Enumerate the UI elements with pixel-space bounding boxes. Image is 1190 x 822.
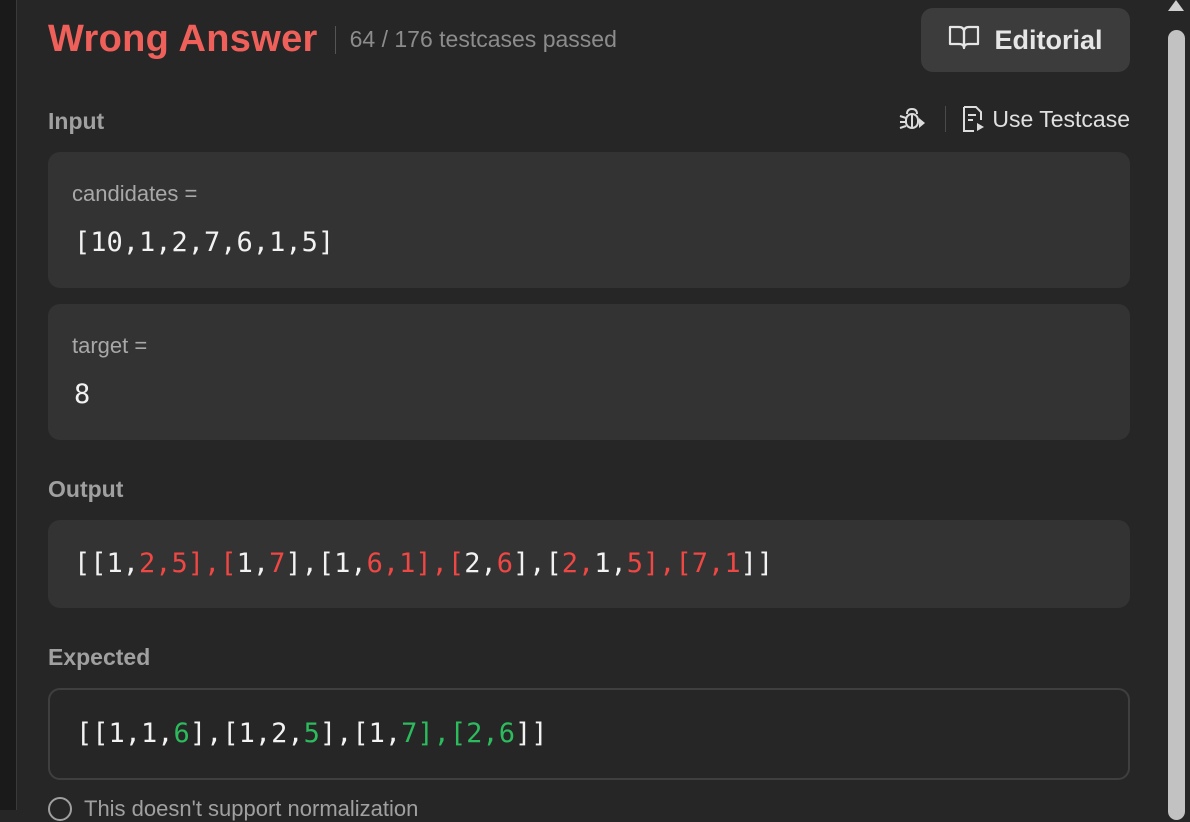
info-icon bbox=[48, 797, 72, 821]
output-token: 7 bbox=[269, 548, 286, 579]
testcases-passed: 64 / 176 testcases passed bbox=[349, 26, 617, 52]
output-token: 1, bbox=[594, 548, 627, 579]
editorial-label: Editorial bbox=[994, 24, 1103, 55]
header-divider bbox=[334, 25, 336, 54]
use-testcase-button[interactable]: Use Testcase bbox=[960, 105, 1130, 133]
param-name: candidates = bbox=[72, 181, 198, 206]
expected-token: 5 bbox=[303, 718, 320, 749]
output-token: [[1, bbox=[74, 548, 140, 579]
normalization-note: This doesn't support normalization bbox=[48, 796, 418, 822]
tools-divider bbox=[945, 106, 947, 132]
output-token: 2, bbox=[561, 548, 595, 579]
output-token: 6,1],[ bbox=[366, 548, 465, 579]
expected-token: 7],[2,6 bbox=[401, 718, 515, 749]
expected-token: 6 bbox=[173, 718, 190, 749]
param-card-candidates: candidates = [10,1,2,7,6,1,5] bbox=[48, 152, 1130, 288]
scrollbar-thumb[interactable] bbox=[1168, 30, 1185, 820]
output-token: 2,5],[ bbox=[139, 548, 237, 579]
scroll-up-arrow-icon[interactable] bbox=[1168, 0, 1184, 11]
param-value[interactable]: [10,1,2,7,6,1,5] bbox=[74, 227, 334, 258]
expected-value[interactable]: [[1,1,6],[1,2,5],[1,7],[2,6]] bbox=[76, 718, 547, 749]
verdict-title: Wrong Answer bbox=[48, 18, 318, 60]
output-token: ],[ bbox=[512, 548, 562, 579]
expected-token: [[1,1, bbox=[76, 718, 174, 749]
output-token: 5],[7,1 bbox=[626, 548, 741, 579]
output-token: 6 bbox=[496, 548, 513, 579]
output-card: [[1,2,5],[1,7],[1,6,1],[2,6],[2,1,5],[7,… bbox=[48, 520, 1130, 608]
param-card-target: target = 8 bbox=[48, 304, 1130, 440]
expected-token: ],[1, bbox=[319, 718, 402, 749]
expected-section-label: Expected bbox=[48, 644, 151, 670]
input-tools: Use Testcase bbox=[897, 104, 1130, 134]
param-name: target = bbox=[72, 333, 148, 358]
output-token: 1, bbox=[236, 548, 270, 579]
output-token: ]] bbox=[740, 548, 774, 579]
output-value[interactable]: [[1,2,5],[1,7],[1,6,1],[2,6],[2,1,5],[7,… bbox=[74, 548, 773, 579]
debug-icon[interactable] bbox=[897, 104, 927, 134]
result-panel: Wrong Answer 64 / 176 testcases passed E… bbox=[18, 0, 1164, 821]
expected-token: ],[1,2, bbox=[189, 718, 304, 749]
input-section-label: Input bbox=[48, 108, 105, 134]
output-token: ],[1, bbox=[285, 548, 367, 579]
result-header: Wrong Answer 64 / 176 testcases passed bbox=[48, 18, 617, 61]
left-panel-edge bbox=[0, 0, 17, 810]
output-token: 2, bbox=[464, 548, 497, 579]
normalization-note-text: This doesn't support normalization bbox=[84, 796, 419, 821]
param-value[interactable]: 8 bbox=[74, 379, 90, 410]
testcase-file-icon bbox=[960, 105, 986, 133]
use-testcase-label: Use Testcase bbox=[992, 105, 1130, 132]
book-icon bbox=[948, 24, 980, 57]
expected-card: [[1,1,6],[1,2,5],[1,7],[2,6]] bbox=[48, 688, 1130, 780]
editorial-button[interactable]: Editorial bbox=[921, 8, 1130, 72]
output-section-label: Output bbox=[48, 476, 124, 502]
expected-token: ]] bbox=[514, 718, 548, 749]
